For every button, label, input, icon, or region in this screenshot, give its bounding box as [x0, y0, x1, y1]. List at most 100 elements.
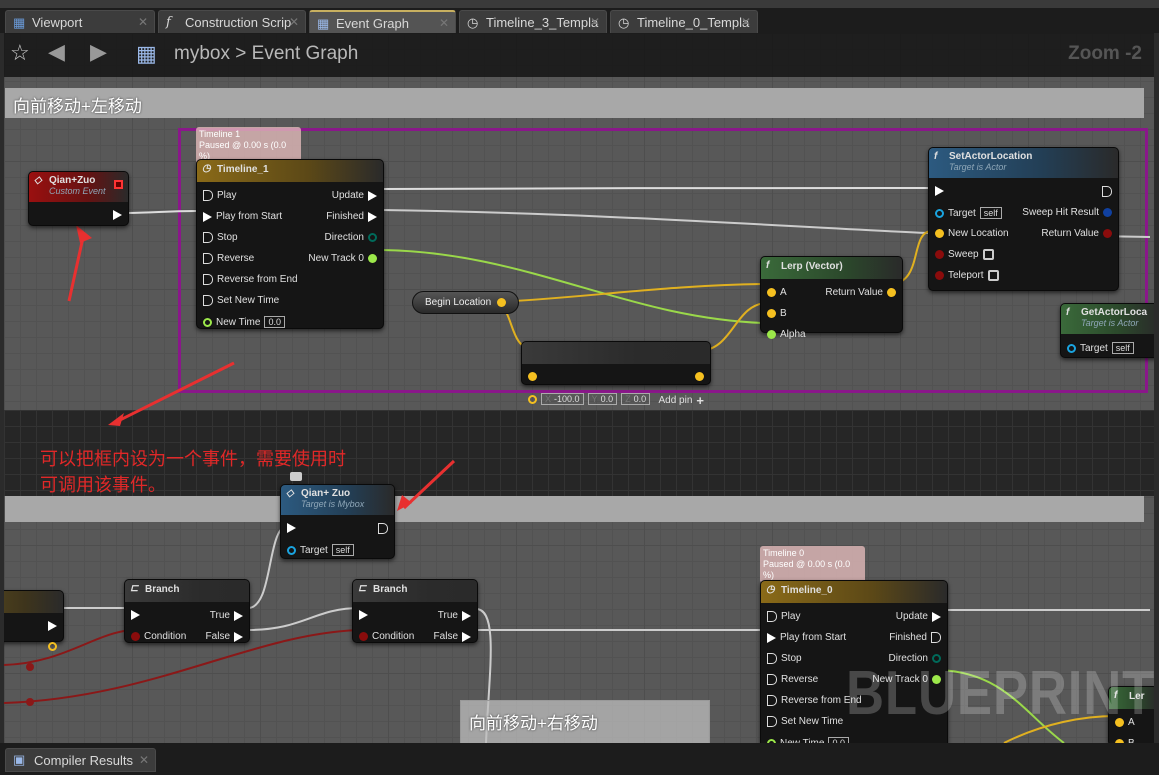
annotation-arrow: [402, 459, 456, 510]
branch-1-node[interactable]: ⊏ Branch True Condition False: [124, 579, 250, 643]
forward-arrow-icon[interactable]: ▶: [90, 39, 107, 65]
timeline-1-node[interactable]: ◷ Timeline_1 Play Update Play from Start Fini…: [196, 159, 384, 329]
close-icon[interactable]: ✕: [289, 15, 299, 29]
comment-box-bottom[interactable]: 向前移动+右移动: [460, 700, 710, 743]
float-pin[interactable]: [368, 254, 377, 263]
checkbox[interactable]: [982, 249, 994, 260]
close-icon[interactable]: ✕: [590, 15, 600, 29]
tab-construction-script[interactable]: f Construction Scrip ✕: [158, 10, 306, 33]
close-icon[interactable]: ✕: [439, 16, 449, 30]
vector-pin[interactable]: [887, 288, 896, 297]
byte-pin[interactable]: [368, 233, 377, 242]
exec-pin[interactable]: [203, 253, 213, 264]
bool-pin[interactable]: [935, 250, 944, 259]
tab-timeline-3[interactable]: ◷ Timeline_3_Templa ✕: [459, 10, 607, 33]
exec-pin[interactable]: [131, 610, 140, 620]
exec-pin[interactable]: [203, 295, 213, 306]
exec-pin[interactable]: [287, 523, 296, 533]
node-header: f GetActorLoca Target is Actor: [1061, 304, 1154, 334]
pin-default-value[interactable]: self: [1111, 342, 1134, 354]
close-icon[interactable]: ✕: [138, 15, 148, 29]
branch-2-node[interactable]: ⊏ Branch True Condition False: [352, 579, 478, 643]
pin-default-value[interactable]: self: [979, 207, 1002, 219]
exec-pin[interactable]: [767, 611, 777, 622]
custom-event-node[interactable]: ◇ Qian+Zuo Custom Event: [28, 171, 129, 226]
object-pin[interactable]: [287, 545, 296, 555]
exec-pin[interactable]: [935, 186, 944, 196]
right-pin-group: Return Value: [825, 287, 896, 298]
float-pin[interactable]: [767, 330, 776, 339]
exec-pin[interactable]: [462, 631, 471, 642]
bool-pin[interactable]: [1103, 229, 1112, 238]
exec-pin[interactable]: [48, 621, 57, 631]
exec-pin[interactable]: [203, 190, 213, 201]
lerp-node[interactable]: f Lerp (Vector) A Return Value B Alpha: [760, 256, 903, 340]
node-subtitle: Custom Event: [49, 186, 106, 196]
exec-pin[interactable]: [1102, 186, 1112, 197]
annotation-arrow: [113, 361, 235, 425]
exec-pin[interactable]: [359, 610, 368, 620]
event-delegate-pin[interactable]: [114, 180, 123, 189]
partial-node-node[interactable]: tion: [4, 590, 64, 651]
exec-pin[interactable]: [368, 211, 377, 222]
exec-pin[interactable]: [767, 653, 777, 664]
z-component-field[interactable]: Z 0.0: [621, 393, 651, 405]
exec-pin[interactable]: [368, 190, 377, 201]
comment-bubble-icon[interactable]: [290, 472, 302, 481]
exec-pin[interactable]: [234, 631, 243, 642]
vector-pin[interactable]: [48, 642, 57, 651]
vector-pin[interactable]: [497, 298, 507, 307]
set-actor-location-node[interactable]: f SetActorLocation Target is Actor Target se…: [928, 147, 1119, 291]
vector-pin[interactable]: [528, 372, 537, 381]
exec-pin[interactable]: [931, 632, 941, 643]
float-pin[interactable]: [203, 317, 212, 327]
vector-pin[interactable]: [767, 288, 776, 297]
back-arrow-icon[interactable]: ◀: [48, 39, 65, 65]
bool-pin[interactable]: [935, 271, 944, 280]
exec-pin[interactable]: [767, 695, 777, 706]
exec-pin[interactable]: [203, 211, 212, 222]
vector-pin[interactable]: [935, 229, 944, 238]
x-component-field[interactable]: X -100.0: [541, 393, 584, 405]
favorite-star-icon[interactable]: ☆: [10, 40, 30, 66]
begin-location-variable-node[interactable]: Begin Location: [412, 291, 520, 314]
call-qian-zuo-node[interactable]: ◇ Qian+ Zuo Target is Mybox Target self: [280, 484, 395, 559]
pin-row: Play from Start Finished: [761, 628, 947, 649]
exec-pin[interactable]: [767, 632, 776, 643]
close-icon[interactable]: ✕: [741, 15, 751, 29]
exec-pin[interactable]: [462, 610, 471, 621]
pin-label: A: [780, 287, 787, 298]
make-vector-node[interactable]: X -100.0 Y 0.0 Z 0.0 Add pin +: [521, 341, 711, 408]
tab-timeline-0[interactable]: ◷ Timeline_0_Templa ✕: [610, 10, 758, 33]
close-icon[interactable]: ✕: [139, 753, 149, 767]
vector-pin[interactable]: [695, 372, 704, 381]
y-component-field[interactable]: Y 0.0: [587, 393, 618, 405]
exec-pin[interactable]: [234, 610, 243, 621]
checkbox[interactable]: [987, 270, 999, 281]
tab-viewport[interactable]: ▦ Viewport ✕: [5, 10, 155, 33]
bool-pin[interactable]: [131, 632, 140, 641]
tab-compiler-results[interactable]: ▣ Compiler Results ✕: [5, 748, 156, 772]
object-pin[interactable]: [935, 208, 944, 218]
get-actor-location-node[interactable]: f GetActorLoca Target is Actor Target self: [1060, 303, 1154, 358]
exec-pin[interactable]: [378, 523, 388, 534]
vector-pin[interactable]: [767, 309, 776, 318]
struct-pin[interactable]: [1103, 208, 1112, 217]
vector-pin[interactable]: [528, 394, 537, 404]
bool-pin[interactable]: [359, 632, 368, 641]
pin-default-value[interactable]: 0.0: [264, 316, 285, 328]
pin-default-value[interactable]: self: [331, 544, 354, 556]
object-pin[interactable]: [1067, 343, 1076, 353]
exec-pin[interactable]: [932, 611, 941, 622]
add-pin-icon[interactable]: +: [696, 393, 704, 408]
left-pin-group: Reverse: [767, 674, 818, 685]
exec-pin[interactable]: [767, 716, 777, 727]
right-pin-group: False: [206, 631, 243, 642]
exec-pin[interactable]: [767, 674, 777, 685]
graph-canvas[interactable]: 向前移动+左移动 ☆ ◀ ▶ ▦ mybox > Event Graph Zoo…: [4, 33, 1154, 743]
exec-pin[interactable]: [203, 232, 213, 243]
breadcrumb-root[interactable]: mybox: [174, 43, 230, 64]
exec-pin[interactable]: [203, 274, 213, 285]
exec-pin[interactable]: [113, 210, 122, 220]
tab-event-graph[interactable]: ▦ Event Graph ✕: [309, 10, 456, 33]
